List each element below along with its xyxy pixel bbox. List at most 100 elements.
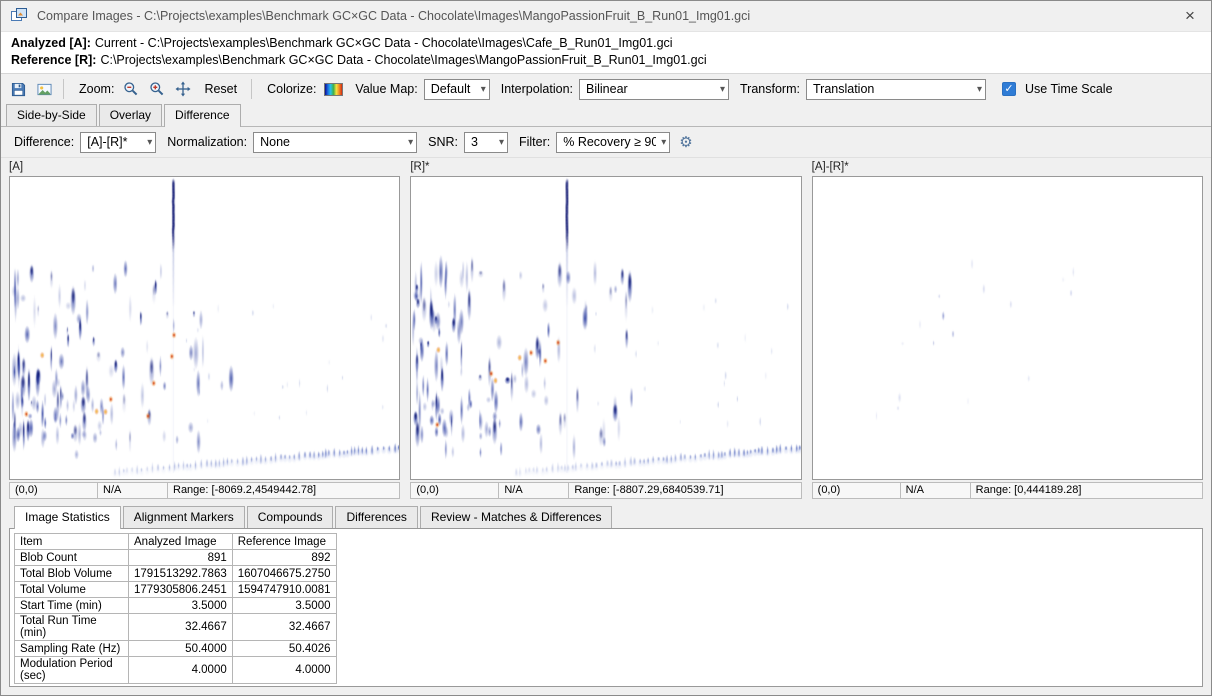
stats-row: Blob Count891892	[15, 550, 337, 566]
save-button[interactable]	[7, 78, 29, 100]
tab-alignment-markers[interactable]: Alignment Markers	[123, 506, 245, 528]
panel-difference: [A]-[R]* (0,0) N/A Range: [0,444189.28]	[812, 161, 1203, 499]
stat-name-cell: Total Blob Volume	[15, 566, 129, 582]
range-readout: Range: [0,444189.28]	[971, 483, 1202, 498]
chromatogram-r	[410, 176, 801, 480]
normalization-label: Normalization:	[167, 135, 247, 149]
main-toolbar: Zoom:	[1, 74, 1211, 104]
transform-select[interactable]: Translation ▾	[806, 79, 986, 100]
stat-value-cell: 891	[129, 550, 233, 566]
normalization-select[interactable]: None ▾	[253, 132, 417, 153]
difference-label: Difference:	[14, 135, 74, 149]
reset-button[interactable]: Reset	[198, 80, 243, 98]
analyzed-path: Current - C:\Projects\examples\Benchmark…	[95, 36, 673, 50]
range-readout: Range: [-8069.2,4549442.78]	[168, 483, 399, 498]
tab-differences[interactable]: Differences	[335, 506, 417, 528]
stat-value-cell: 4.0000	[129, 657, 233, 684]
view-tab-difference[interactable]: Difference	[164, 104, 240, 127]
statistics-panel: Item Analyzed Image Reference Image Blob…	[9, 528, 1203, 687]
zoom-in-button[interactable]	[146, 78, 168, 100]
check-icon: ✓	[1004, 84, 1013, 95]
tab-compounds[interactable]: Compounds	[247, 506, 334, 528]
stats-row: Sampling Rate (Hz)50.400050.4026	[15, 641, 337, 657]
chromatogram-diff	[812, 176, 1203, 480]
chevron-down-icon: ▾	[661, 137, 666, 148]
stat-value-cell: 4.0000	[232, 657, 336, 684]
interpolation-label: Interpolation:	[501, 82, 573, 96]
stat-value-cell: 3.5000	[232, 598, 336, 614]
stats-row: Start Time (min)3.50003.5000	[15, 598, 337, 614]
col-header-reference: Reference Image	[232, 534, 336, 550]
stat-value-cell: 32.4667	[232, 614, 336, 641]
stats-row: Total Volume1779305806.24511594747910.00…	[15, 582, 337, 598]
filter-select[interactable]: % Recovery ≥ 90 ▾	[556, 132, 670, 153]
title-bar: Compare Images - C:\Projects\examples\Be…	[1, 1, 1211, 31]
file-info: Analyzed [A]:Current - C:\Projects\examp…	[1, 31, 1211, 74]
panel-label-r: [R]*	[410, 161, 801, 176]
stat-name-cell: Start Time (min)	[15, 598, 129, 614]
panel-analyzed: [A] (0,0) N/A Range: [-8069.2,4549442.78…	[9, 161, 400, 499]
chromatogram-a	[9, 176, 400, 480]
tab-image-statistics[interactable]: Image Statistics	[14, 506, 121, 529]
col-header-item: Item	[15, 534, 129, 550]
chevron-down-icon: ▾	[977, 84, 982, 95]
colorize-button[interactable]	[322, 78, 344, 100]
chromatogram-canvas-a[interactable]	[10, 177, 399, 479]
stat-value-cell: 3.5000	[129, 598, 233, 614]
chromatogram-canvas-diff[interactable]	[813, 177, 1202, 479]
app-icon	[11, 8, 29, 24]
tab-review-matches-differences[interactable]: Review - Matches & Differences	[420, 506, 613, 528]
stats-row: Total Run Time (min)32.466732.4667	[15, 614, 337, 641]
range-readout: Range: [-8807.29,6840539.71]	[569, 483, 800, 498]
interpolation-select[interactable]: Bilinear ▾	[579, 79, 729, 100]
value-map-select[interactable]: Default ▾	[424, 79, 490, 100]
stat-value-cell: 32.4667	[129, 614, 233, 641]
toolbar-separator	[63, 79, 64, 99]
chevron-down-icon: ▾	[720, 84, 725, 95]
compare-images-window: Compare Images - C:\Projects\examples\Be…	[0, 0, 1212, 696]
stat-value-cell: 50.4026	[232, 641, 336, 657]
difference-select[interactable]: [A]-[R]* ▾	[80, 132, 156, 153]
analyzed-file-line: Analyzed [A]:Current - C:\Projects\examp…	[11, 35, 1201, 52]
chevron-down-icon: ▾	[481, 84, 486, 95]
snr-label: SNR:	[428, 135, 458, 149]
bottom-tab-bar: Image StatisticsAlignment MarkersCompoun…	[9, 506, 1203, 528]
colorize-label: Colorize:	[267, 82, 316, 96]
zoom-label: Zoom:	[79, 82, 114, 96]
cursor-coords: (0,0)	[411, 483, 499, 498]
magnifier-plus-icon	[149, 81, 165, 97]
view-tab-overlay[interactable]: Overlay	[99, 104, 162, 126]
view-tab-side-by-side[interactable]: Side-by-Side	[6, 104, 97, 126]
pan-button[interactable]	[172, 78, 194, 100]
stat-value-cell: 1594747910.0081	[232, 582, 336, 598]
snr-select[interactable]: 3 ▾	[464, 132, 508, 153]
transform-label: Transform:	[740, 82, 800, 96]
reference-file-line: Reference [R]:C:\Projects\examples\Bench…	[11, 52, 1201, 69]
filter-settings-gear-icon[interactable]: ⚙	[679, 133, 692, 151]
stat-value-cell: 1779305806.2451	[129, 582, 233, 598]
stat-name-cell: Total Volume	[15, 582, 129, 598]
snr-value: 3	[471, 135, 494, 149]
use-time-scale-checkbox[interactable]: ✓	[1002, 82, 1016, 96]
difference-value: [A]-[R]*	[87, 135, 142, 149]
zoom-out-button[interactable]	[120, 78, 142, 100]
stat-name-cell: Sampling Rate (Hz)	[15, 641, 129, 657]
close-button[interactable]: ×	[1169, 1, 1211, 31]
chromatogram-canvas-r[interactable]	[411, 177, 800, 479]
stats-header-row: Item Analyzed Image Reference Image	[15, 534, 337, 550]
difference-toolbar: Difference: [A]-[R]* ▾ Normalization: No…	[1, 127, 1211, 158]
stat-name-cell: Modulation Period (sec)	[15, 657, 129, 684]
filter-value: % Recovery ≥ 90	[563, 135, 656, 149]
view-tab-bar: Side-by-SideOverlayDifference	[1, 104, 1211, 127]
export-image-button[interactable]	[33, 78, 55, 100]
reference-label: Reference [R]:	[11, 53, 96, 67]
chevron-down-icon: ▾	[147, 137, 152, 148]
image-icon	[37, 82, 52, 97]
panel-statusbar-r: (0,0) N/A Range: [-8807.29,6840539.71]	[410, 482, 801, 499]
panel-label-a: [A]	[9, 161, 400, 176]
chevron-down-icon: ▾	[499, 137, 504, 148]
cursor-value: N/A	[98, 483, 168, 498]
stat-value-cell: 50.4000	[129, 641, 233, 657]
panel-reference: [R]* (0,0) N/A Range: [-8807.29,6840539.…	[410, 161, 801, 499]
cursor-value: N/A	[901, 483, 971, 498]
